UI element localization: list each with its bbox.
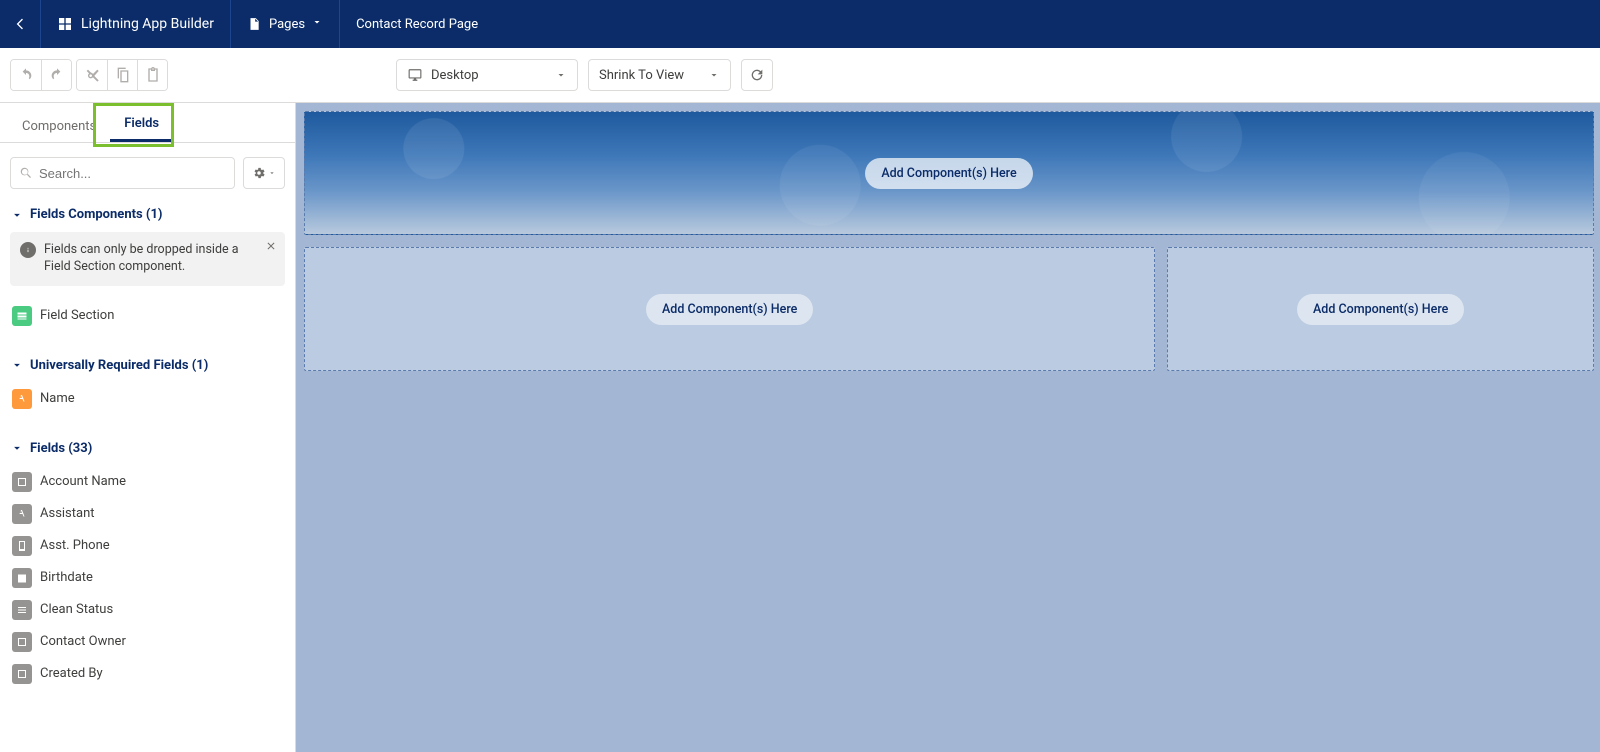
- add-component-placeholder: Add Component(s) Here: [865, 158, 1032, 189]
- clipboard-group: [76, 59, 168, 91]
- main-area: Components Fields Fields Components (1): [0, 103, 1600, 752]
- app-grid-icon: [57, 16, 73, 32]
- info-box: Fields can only be dropped inside a Fiel…: [10, 232, 285, 286]
- redo-button[interactable]: [41, 60, 71, 90]
- section-fields-components[interactable]: Fields Components (1): [10, 207, 285, 222]
- add-component-placeholder: Add Component(s) Here: [1297, 294, 1464, 325]
- chevron-down-icon: [311, 16, 323, 32]
- device-select[interactable]: Desktop: [396, 59, 578, 91]
- close-icon: [265, 240, 277, 252]
- search-input[interactable]: [39, 166, 226, 181]
- text-field-icon: [12, 504, 32, 524]
- date-field-icon: [12, 568, 32, 588]
- current-page-name: Contact Record Page: [340, 0, 494, 48]
- chevron-down-icon: [268, 169, 276, 177]
- field-contact-owner[interactable]: Contact Owner: [10, 626, 285, 658]
- info-icon: [20, 242, 36, 258]
- info-text: Fields can only be dropped inside a Fiel…: [44, 242, 239, 274]
- lookup-field-icon: [12, 664, 32, 684]
- section-required-fields[interactable]: Universally Required Fields (1): [10, 358, 285, 373]
- field-birthdate[interactable]: Birthdate: [10, 562, 285, 594]
- lookup-field-icon: [12, 472, 32, 492]
- back-button[interactable]: [0, 0, 41, 48]
- refresh-button[interactable]: [741, 59, 773, 91]
- zoom-select[interactable]: Shrink To View: [588, 59, 731, 91]
- zoom-select-label: Shrink To View: [599, 68, 708, 83]
- undo-button[interactable]: [11, 60, 41, 90]
- pages-label: Pages: [269, 17, 305, 32]
- paste-button[interactable]: [137, 60, 167, 90]
- device-select-label: Desktop: [431, 68, 555, 83]
- chevron-down-icon: [10, 208, 24, 222]
- app-title: Lightning App Builder: [81, 16, 214, 32]
- sidebar-tabs: Components Fields: [0, 103, 295, 143]
- settings-button[interactable]: [243, 157, 285, 189]
- cut-button[interactable]: [77, 60, 107, 90]
- canvas: Add Component(s) Here Add Component(s) H…: [296, 103, 1600, 752]
- region-header[interactable]: Add Component(s) Here: [304, 111, 1594, 235]
- field-asst-phone[interactable]: Asst. Phone: [10, 530, 285, 562]
- field-clean-status[interactable]: Clean Status: [10, 594, 285, 626]
- text-field-icon: [12, 389, 32, 409]
- field-account-name[interactable]: Account Name: [10, 466, 285, 498]
- chevron-down-icon: [555, 69, 567, 81]
- back-arrow-icon: [12, 16, 28, 32]
- top-nav: Lightning App Builder Pages Contact Reco…: [0, 0, 1600, 48]
- add-component-placeholder: Add Component(s) Here: [646, 294, 813, 325]
- pages-menu[interactable]: Pages: [231, 0, 340, 48]
- lookup-field-icon: [12, 632, 32, 652]
- toolbar: Desktop Shrink To View: [0, 48, 1600, 103]
- chevron-down-icon: [10, 441, 24, 455]
- copy-button[interactable]: [107, 60, 137, 90]
- picklist-field-icon: [12, 600, 32, 620]
- field-section-label: Field Section: [40, 308, 114, 323]
- tab-components[interactable]: Components: [8, 109, 110, 142]
- region-main[interactable]: Add Component(s) Here: [304, 247, 1155, 371]
- search-input-wrap: [10, 157, 235, 189]
- tab-fields[interactable]: Fields: [110, 106, 173, 142]
- app-title-seg: Lightning App Builder: [41, 0, 231, 48]
- gear-icon: [252, 166, 266, 180]
- search-icon: [19, 166, 33, 180]
- section-fields-all[interactable]: Fields (33): [10, 441, 285, 456]
- undo-redo-group: [10, 59, 72, 91]
- field-assistant[interactable]: Assistant: [10, 498, 285, 530]
- chevron-down-icon: [708, 69, 720, 81]
- field-created-by[interactable]: Created By: [10, 658, 285, 690]
- field-name[interactable]: Name: [10, 383, 285, 415]
- sidebar: Components Fields Fields Components (1): [0, 103, 296, 752]
- region-sidebar[interactable]: Add Component(s) Here: [1167, 247, 1594, 371]
- close-info-button[interactable]: [265, 240, 277, 258]
- field-section-icon: [12, 306, 32, 326]
- page-icon: [247, 16, 261, 32]
- phone-field-icon: [12, 536, 32, 556]
- chevron-down-icon: [10, 358, 24, 372]
- field-section-component[interactable]: Field Section: [10, 300, 285, 332]
